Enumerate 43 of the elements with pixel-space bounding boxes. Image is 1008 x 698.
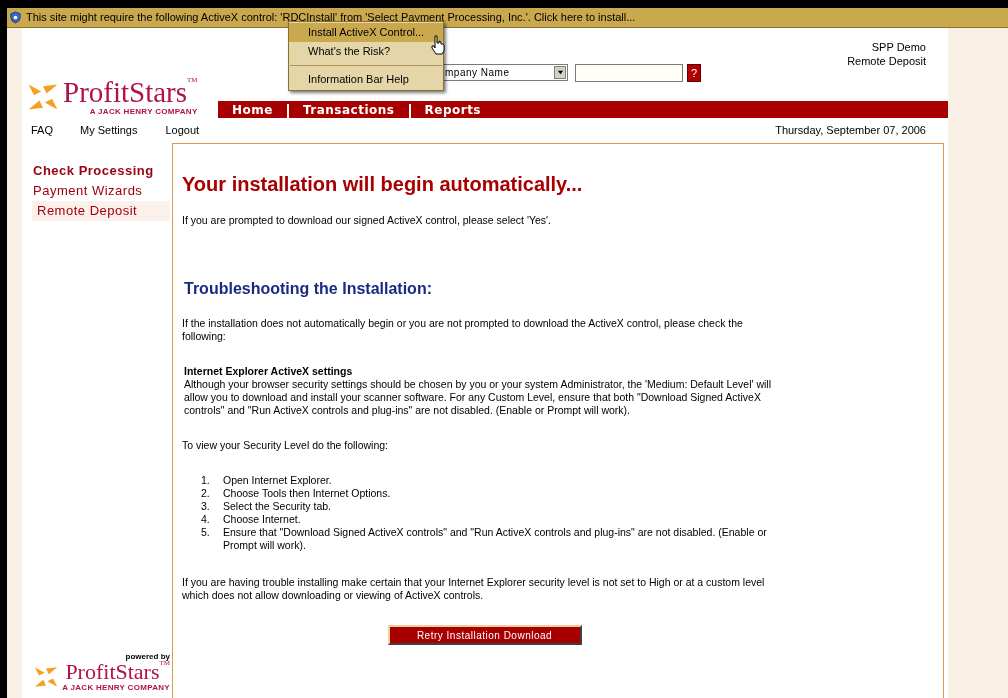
header-link[interactable]: My Settings	[80, 122, 138, 139]
list-number: 4.	[201, 513, 211, 526]
information-bar-text: This site might require the following ActiveX control: 'RDCInstall' from 'Select Payment Processing, Inc.'. Click here to install...	[26, 10, 636, 26]
paragraph: If you are prompted to download our signed ActiveX control, please select 'Yes'.	[182, 214, 552, 227]
date-label: Thursday, September 07, 2006	[775, 123, 926, 139]
list-item-text: Ensure that "Download Signed ActiveX controls" and "Run ActiveX controls and plug-ins" are not disabled. (Enable or Prompt will work).	[223, 526, 768, 552]
logo-text: ProfitStars$^{TM}$	[65, 661, 170, 683]
list-item-text: Select the Security tab.	[223, 500, 331, 513]
menu-item[interactable]: Install ActiveX Control...	[289, 23, 443, 42]
account-label: Remote Deposit	[847, 54, 926, 68]
list-item-text: Choose Internet.	[223, 513, 301, 526]
list-number: 3.	[201, 500, 211, 513]
sidebar-item[interactable]: Payment Wizards	[32, 181, 170, 201]
list-item-text: Open Internet Explorer.	[223, 474, 332, 487]
page-heading: Your installation will begin automatically...	[182, 172, 584, 196]
shield-icon	[9, 11, 22, 24]
sidebar-item[interactable]: Remote Deposit	[32, 201, 170, 221]
list-number: 2.	[201, 487, 211, 500]
retry-installation-button[interactable]: Retry Installation Download	[387, 625, 582, 645]
logo-tagline: A JACK HENRY COMPANY	[62, 683, 170, 692]
subsection-heading: Internet Explorer ActiveX settings	[184, 365, 354, 378]
nav-tab[interactable]: Transactions	[288, 103, 409, 118]
paragraph: If you are having trouble installing make certain that your Internet Explorer security level is not set to High or at a custom level which does not allow downloading or viewing of ActiveX controls.	[182, 576, 766, 602]
help-button[interactable]: ?	[687, 64, 701, 82]
logo-text: ProfitStars$^{TM}$	[63, 78, 198, 107]
powered-by-label: powered by	[125, 652, 170, 661]
paragraph: Although your browser security settings should be chosen by you or your system Administrator, the 'Medium: Default Level' will allow you to download and install your scanner software. For any Custom Level, ensure that both "Download Signed ActiveX controls" and "Run ActiveX controls and plug-ins" are not disabled. (Enable or Prompt will work).	[184, 378, 773, 417]
search-field[interactable]	[575, 64, 683, 82]
information-bar[interactable]: This site might require the following ActiveX control: 'RDCInstall' from 'Select Payment Processing, Inc.'. Click here to install...	[7, 8, 1008, 28]
nav-tab[interactable]: Reports	[410, 103, 495, 118]
nav-tab[interactable]: Home	[218, 103, 287, 118]
hand-cursor-icon	[430, 35, 446, 55]
logo-tagline: A JACK HENRY COMPANY	[89, 107, 198, 116]
header-link[interactable]: Logout	[165, 122, 200, 139]
paragraph: If the installation does not automatically begin or you are not prompted to download the ActiveX control, please check the following:	[182, 317, 744, 343]
section-heading: Troubleshooting the Installation:	[184, 279, 433, 299]
header-link[interactable]: FAQ	[31, 122, 53, 139]
list-number: 5.	[201, 526, 211, 540]
list-item-text: Choose Tools then Internet Options.	[223, 487, 391, 500]
account-label: SPP Demo	[871, 40, 926, 54]
sidebar-item[interactable]: Check Processing	[32, 161, 170, 181]
list-number: 1.	[201, 474, 211, 487]
paragraph: To view your Security Level do the following:	[182, 439, 390, 452]
